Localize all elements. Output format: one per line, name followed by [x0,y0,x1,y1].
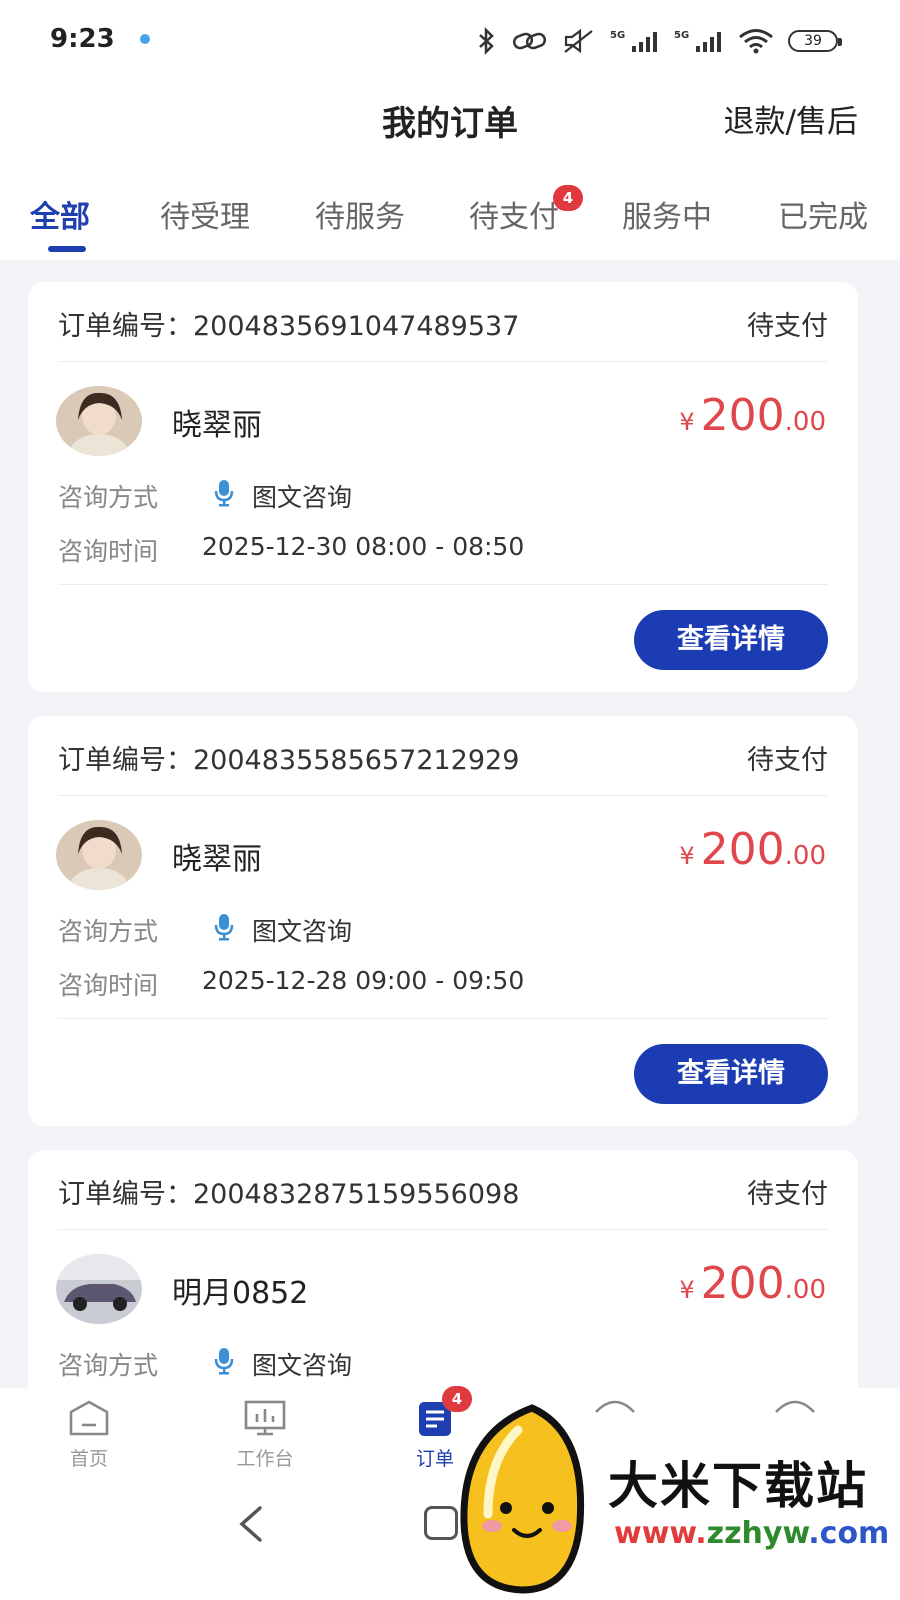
avatar[interactable] [56,1254,142,1324]
order-card-header: 订单编号：2004835585657212929 待支付 [58,716,828,796]
price-currency: ¥ [679,842,695,870]
tabbar-item-workbench[interactable]: 工作台 [200,1388,330,1484]
time-value: 2025-12-30 08:00 - 08:50 [202,532,525,561]
user-name: 晓翠丽 [172,408,262,443]
order-card: 订单编号：2004835691047489537 待支付 晓翠丽 ¥200.00… [28,282,858,692]
view-details-button[interactable]: 查看详情 [634,1044,828,1104]
method-value: 图文咨询 [252,1351,353,1380]
order-price: ¥200.00 [679,824,826,875]
tabbar-label: 首页 [69,1448,108,1470]
order-number: 订单编号：2004835691047489537 [58,311,520,342]
order-card: 订单编号：2004835585657212929 待支付 晓翠丽 ¥200.00… [28,716,858,1126]
order-card: 订单编号：2004832875159556098 待支付 明月0852 ¥200… [28,1150,858,1388]
home-icon [69,1400,109,1436]
method-label: 咨询方式 [58,483,159,512]
price-integer: 200 [700,1258,785,1309]
price-currency: ¥ [679,1276,695,1304]
time-label: 咨询时间 [58,971,159,1000]
workbench-icon [244,1400,286,1436]
user-name: 晓翠丽 [172,842,262,877]
order-number: 订单编号：2004835585657212929 [58,745,520,776]
microphone-icon [214,914,234,941]
order-price: ¥200.00 [679,1258,826,1309]
pending-payment-badge: 4 [553,185,583,211]
order-status: 待支付 [747,1179,828,1210]
order-card-header: 订单编号：2004832875159556098 待支付 [58,1150,828,1230]
tab-completed[interactable]: 已完成 [778,192,868,236]
tab-pending-payment[interactable]: 待支付 [469,192,559,236]
tab-pending-service[interactable]: 待服务 [315,192,405,236]
tabbar-label: 工作台 [236,1448,294,1470]
back-icon[interactable] [236,1504,266,1544]
price-decimal: .00 [784,407,826,437]
price-currency: ¥ [679,408,695,436]
price-decimal: .00 [784,841,826,871]
home-nav-button[interactable] [424,1506,458,1540]
bluetooth-icon [479,27,494,55]
svg-text:5G: 5G [674,30,689,41]
order-status: 待支付 [747,311,828,342]
tab-all[interactable]: 全部 [30,192,90,236]
battery-icon: 39 [788,30,842,52]
wifi-icon [739,29,773,54]
tab-in-service[interactable]: 服务中 [622,192,712,236]
time-label: 咨询时间 [58,537,159,566]
watermark-logo: 大米下载站 www.zzhyw.com [458,1404,898,1594]
avatar[interactable] [56,386,142,456]
time-value: 2025-12-28 09:00 - 09:50 [202,966,525,995]
avatar[interactable] [56,820,142,890]
tab-pending-accept[interactable]: 待受理 [160,192,250,236]
svg-text:5G: 5G [610,30,625,41]
microphone-icon [214,1348,234,1375]
watermark-name: 大米下载站 [608,1457,868,1515]
method-label: 咨询方式 [58,917,159,946]
order-card-header: 订单编号：2004835691047489537 待支付 [58,282,828,362]
battery-level: 39 [804,33,822,49]
method-label: 咨询方式 [58,1351,159,1380]
order-list[interactable]: 订单编号：2004835691047489537 待支付 晓翠丽 ¥200.00… [0,260,900,1388]
signal-5g-icon-2: 5G [674,30,721,52]
card-divider [58,1018,828,1019]
price-integer: 200 [700,390,785,441]
order-tabs: 全部 待受理 待服务 待支付 服务中 已完成 [0,160,900,260]
view-details-button[interactable]: 查看详情 [634,610,828,670]
mascot-logo-icon [460,1404,585,1594]
card-divider [58,584,828,585]
price-integer: 200 [700,824,785,875]
order-status: 待支付 [747,745,828,776]
location-dot-icon [140,34,150,44]
signal-5g-icon: 5G [610,30,657,52]
user-name: 明月0852 [172,1276,309,1311]
status-bar: 9:23 5G 5G 39 [0,0,900,82]
status-icons: 5G 5G 39 [476,26,842,56]
method-value: 图文咨询 [252,917,353,946]
order-price: ¥200.00 [679,390,826,441]
active-tab-indicator [48,246,86,252]
status-time: 9:23 [50,24,115,54]
link-icon [512,32,547,50]
refund-after-sale-link[interactable]: 退款/售后 [724,96,858,141]
microphone-icon [214,480,234,507]
tabbar-item-home[interactable]: 首页 [24,1388,154,1484]
watermark-url: www.zzhyw.com [614,1516,890,1551]
price-decimal: .00 [784,1275,826,1305]
header: 我的订单 退款/售后 [0,82,900,160]
mute-icon [564,28,593,54]
order-number: 订单编号：2004832875159556098 [58,1179,520,1210]
method-value: 图文咨询 [252,483,353,512]
